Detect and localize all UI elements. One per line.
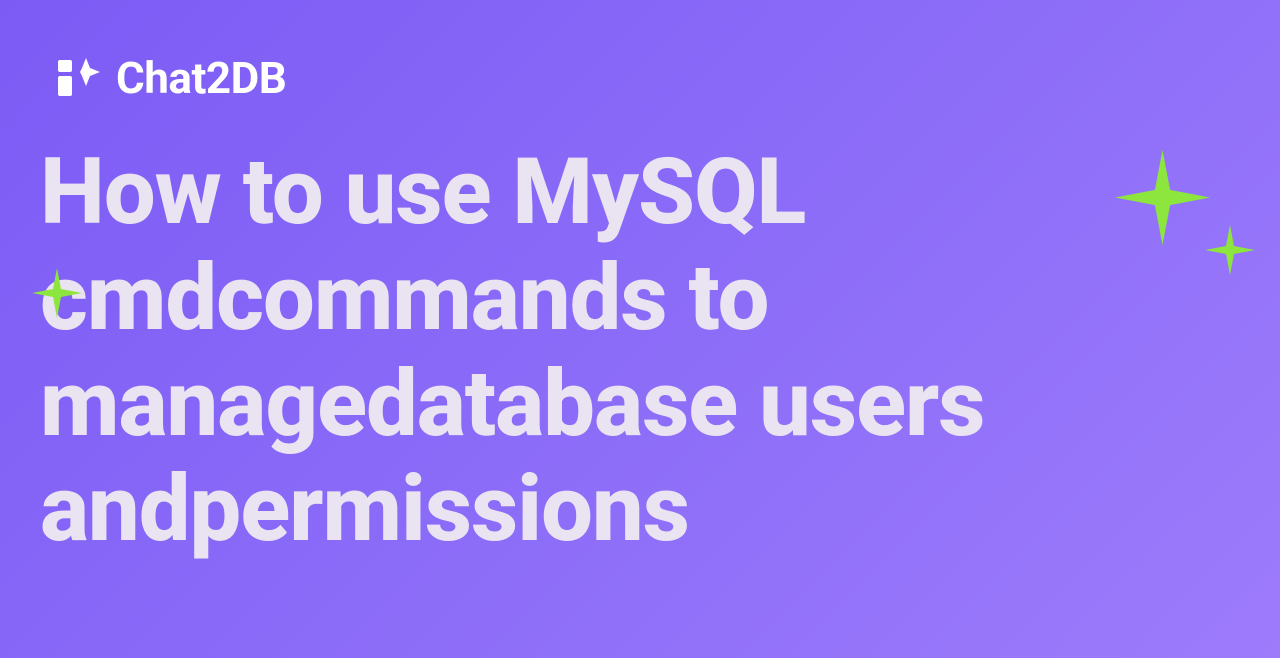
sparkle-icon (32, 268, 82, 318)
brand-name: Chat2DB (116, 52, 286, 104)
brand-logo: Chat2DB (56, 52, 286, 104)
sparkle-icon (1115, 150, 1210, 245)
page-headline: How to use MySQL cmdcommands to manageda… (40, 140, 1140, 563)
sparkle-icon (1205, 225, 1255, 275)
brand-logo-icon (56, 54, 104, 102)
